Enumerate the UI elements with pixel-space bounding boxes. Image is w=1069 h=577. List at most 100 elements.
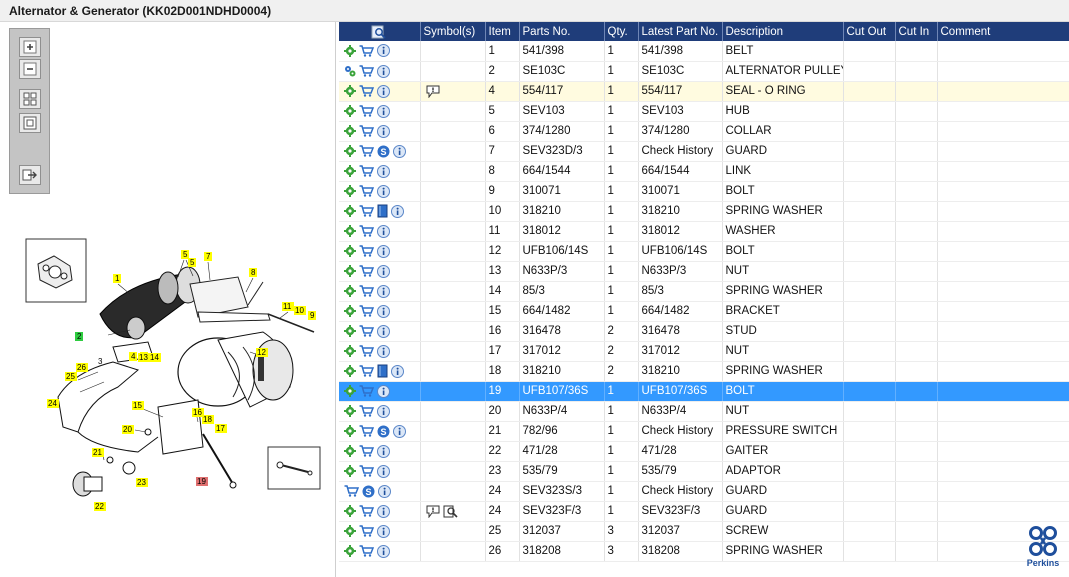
latest-part-no-cell[interactable]: Check History — [638, 141, 723, 162]
gear-icon[interactable] — [344, 385, 356, 397]
zoom-in-button[interactable] — [19, 37, 41, 57]
cart-icon[interactable] — [359, 205, 374, 217]
gear-icon[interactable] — [344, 325, 356, 337]
gear-icon[interactable] — [344, 445, 356, 457]
exploded-parts-diagram[interactable]: 1 2 3 4 5 5 6 7 8 9 10 11 12 13 14 15 16… — [18, 222, 328, 522]
column-header-cut-out[interactable]: Cut Out — [843, 22, 896, 41]
gear-icon[interactable] — [344, 465, 356, 477]
table-row[interactable]: S 21 782/96 1 Check History PRESSURE SWITCH — [339, 421, 1069, 442]
cart-icon[interactable] — [359, 505, 374, 517]
column-header-qty[interactable]: Qty. — [604, 22, 639, 41]
gear-icon[interactable] — [344, 425, 356, 437]
table-row[interactable]: 8 664/1544 1 664/1544 LINK — [339, 161, 1069, 182]
table-row[interactable]: 6 374/1280 1 374/1280 COLLAR — [339, 121, 1069, 142]
column-header-symbols[interactable]: Symbol(s) — [420, 22, 486, 41]
info-icon[interactable] — [377, 104, 390, 118]
book-icon[interactable] — [377, 204, 388, 218]
info-icon[interactable] — [377, 44, 390, 58]
info-icon[interactable] — [377, 264, 390, 278]
table-row[interactable]: 23 535/79 1 535/79 ADAPTOR — [339, 461, 1069, 482]
info-icon[interactable] — [393, 144, 406, 158]
gear-icon[interactable] — [344, 505, 356, 517]
cart-icon[interactable] — [359, 45, 374, 57]
book-icon[interactable] — [377, 364, 388, 378]
column-header-search[interactable] — [339, 22, 421, 41]
s-badge-icon[interactable]: S — [377, 425, 390, 438]
gear-icon[interactable] — [344, 525, 356, 537]
comment-icon[interactable] — [426, 85, 440, 98]
table-row[interactable]: 12 UFB106/14S 1 UFB106/14S BOLT — [339, 241, 1069, 262]
gear-icon[interactable] — [344, 345, 356, 357]
cart-icon[interactable] — [359, 325, 374, 337]
fit-view-button[interactable] — [19, 89, 41, 109]
column-header-comment[interactable]: Comment — [937, 22, 1069, 41]
actual-size-button[interactable] — [19, 113, 41, 133]
info-icon[interactable] — [391, 364, 404, 378]
gear-icon[interactable] — [344, 545, 356, 557]
table-row[interactable]: 20 N633P/4 1 N633P/4 NUT — [339, 401, 1069, 422]
info-icon[interactable] — [377, 504, 390, 518]
info-icon[interactable] — [377, 244, 390, 258]
gear-icon[interactable] — [344, 285, 356, 297]
cart-icon[interactable] — [359, 165, 374, 177]
table-row[interactable]: 16 316478 2 316478 STUD — [339, 321, 1069, 342]
cart-icon[interactable] — [359, 285, 374, 297]
gear-icon[interactable] — [344, 145, 356, 157]
info-icon[interactable] — [377, 404, 390, 418]
latest-part-no-cell[interactable]: Check History — [638, 421, 723, 442]
table-row[interactable]: 26 318208 3 318208 SPRING WASHER — [339, 541, 1069, 562]
gear-icon[interactable] — [344, 105, 356, 117]
cart-icon[interactable] — [359, 465, 374, 477]
info-icon[interactable] — [393, 424, 406, 438]
gear-icon[interactable] — [344, 185, 356, 197]
cart-icon[interactable] — [359, 425, 374, 437]
gear-icon[interactable] — [344, 265, 356, 277]
info-icon[interactable] — [377, 64, 390, 78]
cart-icon[interactable] — [359, 125, 374, 137]
column-header-item[interactable]: Item — [485, 22, 520, 41]
info-icon[interactable] — [377, 124, 390, 138]
info-icon[interactable] — [377, 384, 390, 398]
info-icon[interactable] — [377, 344, 390, 358]
column-header-description[interactable]: Description — [722, 22, 844, 41]
table-row[interactable]: 1 541/398 1 541/398 BELT — [339, 41, 1069, 62]
info-icon[interactable] — [377, 84, 390, 98]
gear-icon[interactable] — [344, 165, 356, 177]
gear-icon[interactable] — [344, 245, 356, 257]
info-icon[interactable] — [377, 304, 390, 318]
search-doc-icon[interactable] — [443, 505, 458, 518]
column-header-latest-part-no[interactable]: Latest Part No. — [638, 22, 723, 41]
table-row[interactable]: 25 312037 3 312037 SCREW — [339, 521, 1069, 542]
column-header-cut-in[interactable]: Cut In — [895, 22, 938, 41]
table-row[interactable]: S 24 SEV323S/3 1 Check History GUARD — [339, 481, 1069, 502]
gear-icon[interactable] — [344, 85, 356, 97]
table-row[interactable]: 15 664/1482 1 664/1482 BRACKET — [339, 301, 1069, 322]
info-icon[interactable] — [377, 224, 390, 238]
cart-icon[interactable] — [359, 245, 374, 257]
gear-icon[interactable] — [344, 405, 356, 417]
s-badge-icon[interactable]: S — [377, 145, 390, 158]
cart-icon[interactable] — [359, 545, 374, 557]
gear-icon[interactable] — [344, 305, 356, 317]
cart-icon[interactable] — [359, 525, 374, 537]
cart-icon[interactable] — [344, 485, 359, 497]
table-row[interactable]: 14 85/3 1 85/3 SPRING WASHER — [339, 281, 1069, 302]
gear-icon[interactable] — [344, 205, 356, 217]
table-row[interactable]: 17 317012 2 317012 NUT — [339, 341, 1069, 362]
table-row[interactable]: 5 SEV103 1 SEV103 HUB — [339, 101, 1069, 122]
cart-icon[interactable] — [359, 405, 374, 417]
comment-icon[interactable] — [426, 505, 440, 518]
zoom-out-button[interactable] — [19, 59, 41, 79]
cart-icon[interactable] — [359, 225, 374, 237]
table-row[interactable]: 18 318210 2 318210 SPRING WASHER — [339, 361, 1069, 382]
table-row[interactable]: 13 N633P/3 1 N633P/3 NUT — [339, 261, 1069, 282]
info-icon[interactable] — [377, 184, 390, 198]
cart-icon[interactable] — [359, 385, 374, 397]
gear-icon[interactable] — [344, 125, 356, 137]
info-icon[interactable] — [377, 544, 390, 558]
latest-part-no-cell[interactable]: Check History — [638, 481, 723, 502]
info-icon[interactable] — [377, 444, 390, 458]
info-icon[interactable] — [377, 524, 390, 538]
table-row[interactable]: 4 554/117 1 554/117 SEAL - O RING — [339, 81, 1069, 102]
table-row[interactable]: 22 471/28 1 471/28 GAITER — [339, 441, 1069, 462]
